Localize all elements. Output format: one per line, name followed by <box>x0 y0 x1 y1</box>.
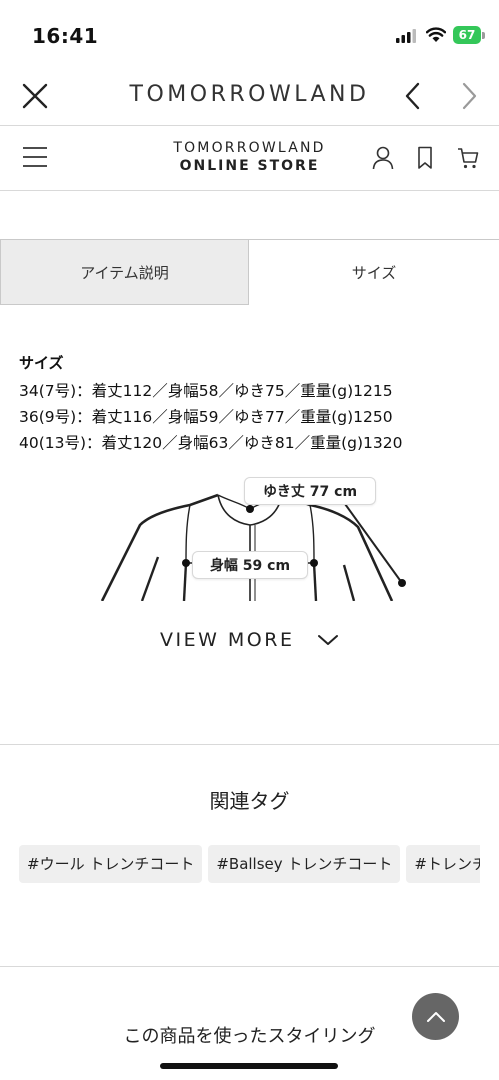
view-more-label: VIEW MORE <box>159 628 295 651</box>
section-divider <box>0 966 499 967</box>
size-diagram: ゆき丈 77 cm 身幅 59 cm <box>0 465 499 601</box>
home-indicator <box>160 1063 338 1069</box>
tag-list: #ウール トレンチコート#Ballsey トレンチコート#トレンチコート <box>19 845 480 883</box>
battery-indicator: 67 <box>453 26 481 44</box>
size-row: 40(13号)：着丈120／身幅63／ゆき81／重量(g)1320 <box>19 434 403 452</box>
related-tags-title: 関連タグ <box>209 789 290 813</box>
view-more-button[interactable]: VIEW MORE <box>0 628 499 651</box>
section-divider <box>0 744 499 745</box>
battery-level: 67 <box>458 28 476 42</box>
tab-size[interactable]: サイズ <box>249 239 499 305</box>
browser-title: TOMORROWLAND <box>129 82 370 107</box>
arrow-up-icon <box>426 1011 445 1022</box>
sleeve-length-label: ゆき丈 77 cm <box>244 477 376 505</box>
forward-icon[interactable] <box>458 82 480 110</box>
body-width-label: 身幅 59 cm <box>192 551 308 579</box>
tag-chip[interactable]: #Ballsey トレンチコート <box>208 845 401 883</box>
user-icon[interactable] <box>372 146 394 170</box>
tag-chip[interactable]: #ウール トレンチコート <box>19 845 203 883</box>
tab-size-label: サイズ <box>351 264 397 282</box>
tab-item-description[interactable]: アイテム説明 <box>0 239 249 305</box>
scroll-to-top-button[interactable] <box>412 993 459 1040</box>
size-heading: サイズ <box>19 354 64 372</box>
tag-chip[interactable]: #トレンチコート <box>406 845 480 883</box>
signal-icon <box>396 29 416 43</box>
cart-icon[interactable] <box>457 146 479 170</box>
battery-cap <box>482 32 485 39</box>
tab-item-description-label: アイテム説明 <box>80 263 169 282</box>
chevron-down-icon <box>318 634 339 645</box>
size-row: 36(9号)：着丈116／身幅59／ゆき77／重量(g)1250 <box>19 408 393 426</box>
bookmark-icon[interactable] <box>416 146 434 170</box>
wifi-icon <box>426 27 446 42</box>
header-divider <box>0 125 499 126</box>
size-row: 34(7号)：着丈112／身幅58／ゆき75／重量(g)1215 <box>19 382 393 400</box>
status-time: 16:41 <box>32 24 99 48</box>
store-header-divider <box>0 190 499 191</box>
back-icon[interactable] <box>402 82 424 110</box>
